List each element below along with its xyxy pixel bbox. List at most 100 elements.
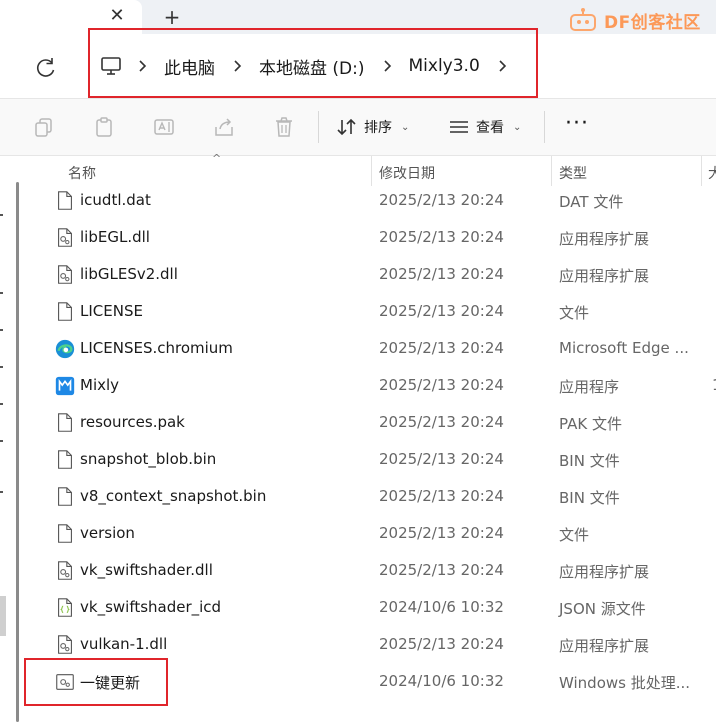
chevron-down-icon: ⌄ — [513, 121, 522, 133]
file-row[interactable]: libGLESv2.dll 2025/2/13 20:24 应用程序扩展 — [22, 256, 716, 293]
file-type: Microsoft Edge ... — [559, 339, 689, 357]
sort-icon — [337, 118, 356, 136]
watermark: DF创客社区 — [566, 6, 701, 34]
watermark-text: DF创客社区 — [604, 12, 701, 33]
file-name: libGLESv2.dll — [80, 265, 178, 283]
view-label: 查看 — [476, 120, 504, 136]
new-tab-button[interactable]: + — [160, 5, 184, 29]
file-type: Windows 批处理... — [559, 674, 691, 692]
command-bar: 排序 ⌄ 查看 ⌄ ··· — [0, 98, 716, 156]
nav-marker — [0, 491, 3, 493]
file-name: libEGL.dll — [80, 228, 150, 246]
file-modified-date: 2025/2/13 20:24 — [379, 635, 504, 653]
chevron-right-icon[interactable] — [375, 54, 399, 78]
file-type: 应用程序扩展 — [559, 637, 650, 655]
share-icon[interactable] — [212, 115, 236, 139]
file-name: snapshot_blob.bin — [80, 450, 217, 468]
robot-logo-icon — [570, 8, 596, 31]
file-modified-date: 2025/2/13 20:24 — [379, 561, 504, 579]
file-name: LICENSE — [80, 302, 143, 320]
file-row[interactable]: vk_swiftshader_icd 2024/10/6 10:32 JSON 源文… — [22, 589, 716, 626]
file-row[interactable]: version 2025/2/13 20:24 文件 — [22, 515, 716, 552]
breadcrumb-drive-d[interactable]: 本地磁盘 (D:) — [249, 54, 375, 79]
nav-marker — [0, 214, 3, 216]
file-type: BIN 文件 — [559, 452, 620, 470]
file-type: 文件 — [559, 526, 590, 544]
column-modified[interactable]: 修改日期 — [379, 163, 435, 183]
file-modified-date: 2025/2/13 20:24 — [379, 487, 504, 505]
chevron-right-icon[interactable] — [490, 54, 514, 78]
chevron-right-icon[interactable] — [225, 54, 249, 78]
file-modified-date: 2025/2/13 20:24 — [379, 228, 504, 246]
file-modified-date: 2025/2/13 20:24 — [379, 376, 504, 394]
file-row[interactable]: vk_swiftshader.dll 2025/2/13 20:24 应用程序扩展 — [22, 552, 716, 589]
file-type: DAT 文件 — [559, 193, 624, 211]
file-type: 文件 — [559, 304, 590, 322]
column-size[interactable]: 大 — [708, 163, 716, 183]
file-row[interactable]: LICENSE 2025/2/13 20:24 文件 — [22, 293, 716, 330]
column-name[interactable]: 名称 — [68, 163, 96, 183]
view-icon — [450, 121, 468, 133]
batch-file-icon — [56, 674, 74, 690]
file-row[interactable]: v8_context_snapshot.bin 2025/2/13 20:24 BI… — [22, 478, 716, 515]
more-options-button[interactable]: ··· — [562, 111, 592, 141]
nav-marker — [0, 440, 3, 442]
file-row[interactable]: libEGL.dll 2025/2/13 20:24 应用程序扩展 — [22, 219, 716, 256]
file-row[interactable]: LICENSES.chromium 2025/2/13 20:24 Microsof… — [22, 330, 716, 367]
file-type: BIN 文件 — [559, 489, 620, 507]
file-name: icudtl.dat — [80, 191, 151, 209]
copy-icon[interactable] — [32, 115, 56, 139]
file-icon — [58, 302, 72, 321]
file-type: PAK 文件 — [559, 415, 622, 433]
breadcrumb-mixly[interactable]: Mixly3.0 — [399, 56, 490, 76]
file-row[interactable]: resources.pak 2025/2/13 20:24 PAK 文件 — [22, 404, 716, 441]
paste-icon[interactable] — [92, 115, 116, 139]
nav-marker — [0, 292, 3, 294]
breadcrumb[interactable]: 此电脑 本地磁盘 (D:) Mixly3.0 — [90, 34, 514, 98]
close-tab-icon[interactable]: ✕ — [106, 5, 128, 27]
sort-button[interactable]: 排序 ⌄ — [336, 112, 409, 142]
toolbar-divider — [544, 111, 545, 143]
sort-ascending-icon: ^ — [212, 152, 222, 165]
column-type[interactable]: 类型 — [559, 163, 587, 183]
file-type: 应用程序扩展 — [559, 230, 650, 248]
nav-scrollbar-thumb[interactable] — [0, 596, 6, 636]
file-name: Mixly — [80, 376, 120, 394]
file-modified-date: 2025/2/13 20:24 — [379, 191, 504, 209]
file-name: vulkan-1.dll — [80, 635, 168, 653]
address-row: 此电脑 本地磁盘 (D:) Mixly3.0 — [0, 34, 716, 98]
chevron-down-icon: ⌄ — [401, 121, 410, 133]
nav-marker — [0, 329, 3, 331]
nav-scrollbar[interactable] — [16, 182, 19, 722]
file-type: 应用程序扩展 — [559, 267, 650, 285]
active-tab[interactable]: ✕ — [0, 0, 142, 34]
mixly-app-icon — [55, 376, 75, 396]
dll-gear-icon — [58, 561, 72, 580]
dll-gear-icon — [58, 265, 72, 284]
file-icon — [58, 450, 72, 469]
nav-marker — [0, 366, 3, 368]
file-row[interactable]: snapshot_blob.bin 2025/2/13 20:24 BIN 文件 — [22, 441, 716, 478]
file-modified-date: 2024/10/6 10:32 — [379, 672, 504, 690]
file-row[interactable]: icudtl.dat 2025/2/13 20:24 DAT 文件 — [22, 182, 716, 219]
refresh-icon[interactable] — [32, 54, 60, 82]
file-name: resources.pak — [80, 413, 185, 431]
file-icon — [58, 191, 72, 210]
tab-strip: ✕ + DF创客社区 — [0, 0, 716, 34]
file-modified-date: 2025/2/13 20:24 — [379, 450, 504, 468]
edge-icon — [55, 339, 75, 359]
file-modified-date: 2025/2/13 20:24 — [379, 339, 504, 357]
this-pc-icon[interactable] — [98, 53, 124, 79]
file-row[interactable]: Mixly 2025/2/13 20:24 应用程序 1 — [22, 367, 716, 404]
breadcrumb-this-pc[interactable]: 此电脑 — [154, 54, 225, 79]
delete-icon[interactable] — [272, 115, 296, 139]
file-modified-date: 2025/2/13 20:24 — [379, 265, 504, 283]
file-type: 应用程序扩展 — [559, 563, 650, 581]
file-row[interactable]: vulkan-1.dll 2025/2/13 20:24 应用程序扩展 — [22, 626, 716, 663]
dll-gear-icon — [58, 228, 72, 247]
file-row[interactable]: 一键更新 2024/10/6 10:32 Windows 批处理... — [22, 663, 716, 700]
chevron-right-icon[interactable] — [130, 54, 154, 78]
rename-icon[interactable] — [152, 115, 176, 139]
view-button[interactable]: 查看 ⌄ — [448, 112, 521, 142]
file-modified-date: 2025/2/13 20:24 — [379, 524, 504, 542]
